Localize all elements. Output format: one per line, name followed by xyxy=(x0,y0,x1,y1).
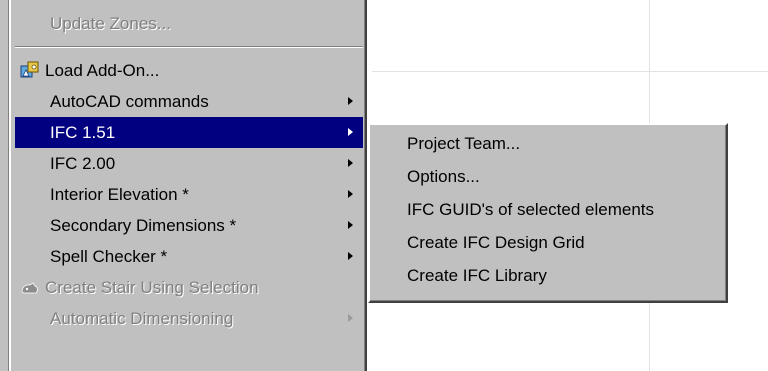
menu-left-edge xyxy=(0,0,9,371)
submenu-arrow-icon xyxy=(348,190,353,198)
submenu-item-options[interactable]: Options... xyxy=(372,160,722,193)
ifc-1-51-submenu: Project Team... Options... IFC GUID's of… xyxy=(368,123,728,303)
menu-item-label: Secondary Dimensions * xyxy=(50,216,237,235)
submenu-item-label: Create IFC Library xyxy=(407,266,547,285)
menu-item-secondary-dimensions[interactable]: Secondary Dimensions * xyxy=(15,210,363,241)
menu-item-label: Interior Elevation * xyxy=(50,185,189,204)
menu-item-label: Automatic Dimensioning xyxy=(50,309,234,328)
submenu-arrow-icon xyxy=(348,97,353,105)
menu-item-spell-checker[interactable]: Spell Checker * xyxy=(15,241,363,272)
submenu-item-create-ifc-library[interactable]: Create IFC Library xyxy=(372,259,722,292)
submenu-arrow-icon xyxy=(348,314,353,322)
submenu-arrow-icon xyxy=(348,221,353,229)
menu-item-label: Update Zones... xyxy=(50,14,171,33)
menu-item-load-add-on[interactable]: Load Add-On... xyxy=(15,55,363,86)
submenu-arrow-icon xyxy=(348,128,353,136)
submenu-item-label: Project Team... xyxy=(407,134,521,153)
submenu-item-ifc-guids[interactable]: IFC GUID's of selected elements xyxy=(372,193,722,226)
menu-item-automatic-dimensioning: Automatic Dimensioning xyxy=(15,303,363,334)
menu-separator xyxy=(15,46,363,48)
menu-item-ifc-2-00[interactable]: IFC 2.00 xyxy=(15,148,363,179)
submenu-item-label: IFC GUID's of selected elements xyxy=(407,200,654,219)
menu-item-label: IFC 2.00 xyxy=(50,154,116,173)
context-menu: Update Zones... Load Add-On... AutoCAD c… xyxy=(9,0,367,371)
submenu-item-project-team[interactable]: Project Team... xyxy=(372,127,722,160)
drawing-grid-line-horizontal xyxy=(372,71,768,72)
submenu-item-label: Options... xyxy=(407,167,480,186)
submenu-arrow-icon xyxy=(348,252,353,260)
menu-item-ifc-1-51[interactable]: IFC 1.51 xyxy=(15,117,363,148)
menu-item-label: Create Stair Using Selection xyxy=(45,278,259,297)
menu-item-label: AutoCAD commands xyxy=(50,92,209,111)
menu-item-label: IFC 1.51 xyxy=(50,123,116,142)
workspace: Update Zones... Load Add-On... AutoCAD c… xyxy=(0,0,768,371)
submenu-item-label: Create IFC Design Grid xyxy=(407,233,585,252)
submenu-arrow-icon xyxy=(348,159,353,167)
stair-icon xyxy=(20,278,40,297)
add-on-icon xyxy=(20,61,40,80)
menu-item-autocad-commands[interactable]: AutoCAD commands xyxy=(15,86,363,117)
menu-item-label: Spell Checker * xyxy=(50,247,168,266)
submenu-item-create-ifc-design-grid[interactable]: Create IFC Design Grid xyxy=(372,226,722,259)
menu-item-label: Load Add-On... xyxy=(45,61,160,80)
menu-item-interior-elevation[interactable]: Interior Elevation * xyxy=(15,179,363,210)
menu-item-update-zones: Update Zones... xyxy=(15,8,363,39)
menu-item-create-stair: Create Stair Using Selection xyxy=(15,272,363,303)
